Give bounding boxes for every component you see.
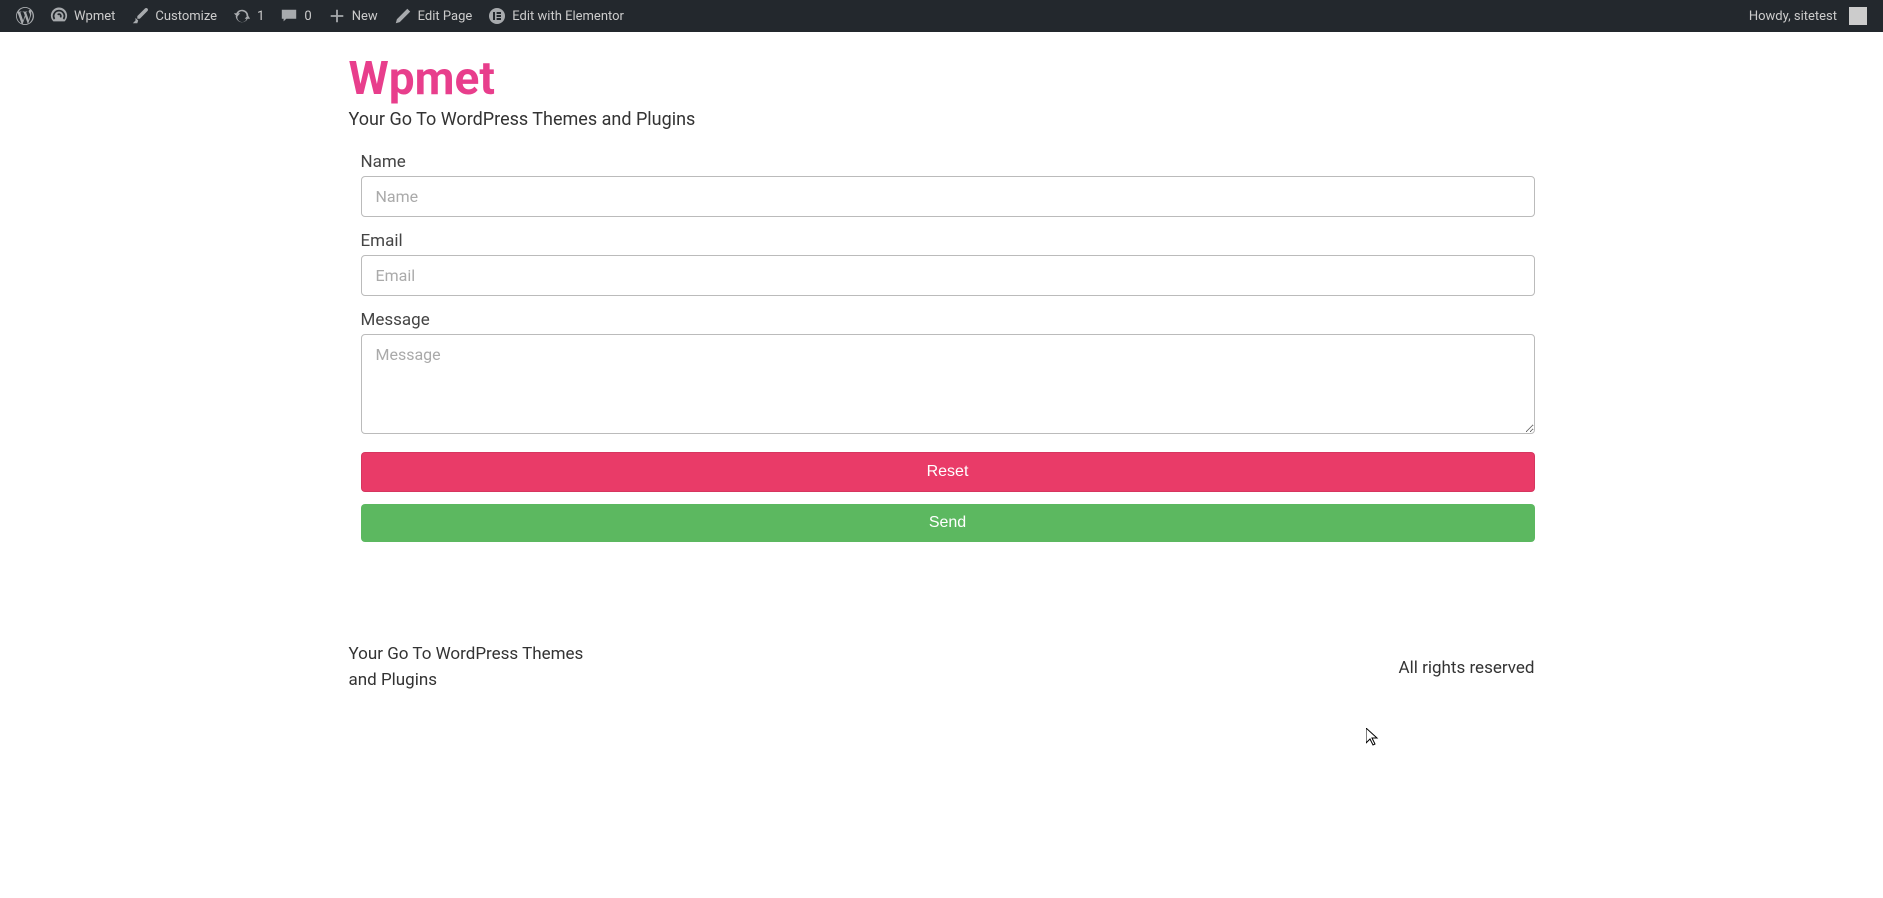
email-label: Email xyxy=(361,231,1535,251)
footer-copyright: All rights reserved xyxy=(1399,658,1535,678)
email-input[interactable] xyxy=(361,255,1535,296)
site-tagline: Your Go To WordPress Themes and Plugins xyxy=(349,109,1535,130)
wp-admin-bar: Wpmet Customize 1 0 New xyxy=(0,0,1883,32)
customize-label: Customize xyxy=(155,9,217,24)
site-name-label: Wpmet xyxy=(74,9,115,24)
dashboard-icon xyxy=(50,7,68,25)
user-account-menu[interactable]: Howdy, sitetest xyxy=(1741,0,1875,32)
pencil-icon xyxy=(394,7,412,25)
footer-tagline: Your Go To WordPress Themes and Plugins xyxy=(349,642,609,693)
edit-elementor-label: Edit with Elementor xyxy=(512,9,624,24)
footer: Your Go To WordPress Themes and Plugins … xyxy=(349,642,1535,733)
reset-button[interactable]: Reset xyxy=(361,452,1535,492)
name-input[interactable] xyxy=(361,176,1535,217)
admin-bar-left: Wpmet Customize 1 0 New xyxy=(8,0,632,32)
name-label: Name xyxy=(361,152,1535,172)
admin-bar-right: Howdy, sitetest xyxy=(1741,0,1875,32)
comments-menu[interactable]: 0 xyxy=(272,0,319,32)
name-group: Name xyxy=(361,152,1535,217)
customize-menu[interactable]: Customize xyxy=(123,0,225,32)
contact-form: Name Email Message Reset Send xyxy=(349,152,1535,542)
email-group: Email xyxy=(361,231,1535,296)
comment-icon xyxy=(280,7,298,25)
update-icon xyxy=(233,7,251,25)
page-container: Wpmet Your Go To WordPress Themes and Pl… xyxy=(349,32,1535,582)
greeting-label: Howdy, sitetest xyxy=(1749,9,1837,24)
paintbrush-icon xyxy=(131,7,149,25)
wp-logo-menu[interactable] xyxy=(8,0,42,32)
new-label: New xyxy=(352,9,378,24)
wordpress-icon xyxy=(16,7,34,25)
updates-menu[interactable]: 1 xyxy=(225,0,272,32)
edit-elementor-menu[interactable]: Edit with Elementor xyxy=(480,0,632,32)
new-content-menu[interactable]: New xyxy=(320,0,386,32)
message-textarea[interactable] xyxy=(361,334,1535,434)
message-group: Message xyxy=(361,310,1535,438)
comments-count: 0 xyxy=(304,9,311,24)
edit-page-label: Edit Page xyxy=(418,9,473,24)
site-title[interactable]: Wpmet xyxy=(349,52,1535,107)
avatar-icon xyxy=(1849,7,1867,25)
elementor-icon xyxy=(488,7,506,25)
edit-page-menu[interactable]: Edit Page xyxy=(386,0,481,32)
message-label: Message xyxy=(361,310,1535,330)
updates-count: 1 xyxy=(257,9,264,24)
send-button[interactable]: Send xyxy=(361,504,1535,542)
plus-icon xyxy=(328,7,346,25)
site-name-menu[interactable]: Wpmet xyxy=(42,0,123,32)
